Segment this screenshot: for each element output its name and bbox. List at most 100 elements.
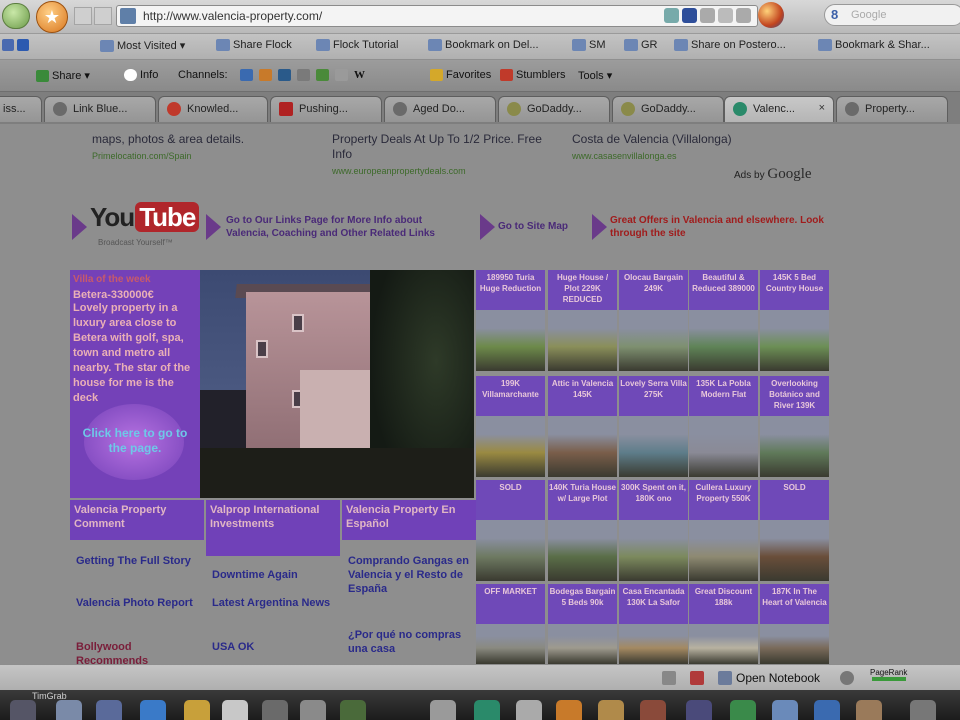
- property-card-label[interactable]: Casa Encantada 130K La Safor: [619, 584, 688, 624]
- channel-globe-icon[interactable]: [240, 69, 253, 81]
- bookmark-and-share[interactable]: Bookmark & Shar...: [818, 39, 930, 51]
- address-bar[interactable]: http://www.valencia-property.com/: [116, 5, 758, 27]
- property-thumbnail[interactable]: [689, 310, 758, 371]
- dock-app-icon[interactable]: [56, 700, 82, 720]
- addon-icon-2[interactable]: [718, 8, 733, 23]
- bookmark-flock-tutorial[interactable]: Flock Tutorial: [316, 39, 398, 51]
- ad-2[interactable]: Property Deals At Up To 1/2 Price. Free …: [332, 132, 562, 179]
- property-card-label[interactable]: SOLD: [760, 480, 829, 520]
- links-page-link[interactable]: Go to Our Links Page for More Info about…: [226, 214, 462, 240]
- villa-of-the-week[interactable]: Villa of the week Betera-330000€ Lovely …: [70, 270, 200, 498]
- tab-4[interactable]: Aged Do...: [384, 96, 496, 122]
- dock-app-icon[interactable]: [340, 700, 366, 720]
- property-card[interactable]: OFF MARKET: [476, 584, 545, 664]
- dock-app-icon[interactable]: [598, 700, 624, 720]
- post-link[interactable]: Getting The Full Story: [76, 554, 200, 568]
- bookmark-gr[interactable]: GR: [624, 39, 658, 51]
- property-thumbnail[interactable]: [548, 520, 617, 581]
- great-offers-link[interactable]: Great Offers in Valencia and elsewhere. …: [610, 214, 826, 240]
- flock-icon[interactable]: [2, 39, 14, 51]
- tab-6[interactable]: GoDaddy...: [612, 96, 724, 122]
- dock-app-icon[interactable]: [430, 700, 456, 720]
- column-heading[interactable]: Valprop International Investments: [206, 500, 340, 556]
- bookmark-share-posterous[interactable]: Share on Posterо...: [674, 39, 786, 51]
- property-card[interactable]: SOLD: [760, 480, 829, 581]
- search-box[interactable]: 8 Google: [824, 4, 960, 26]
- site-map-link[interactable]: Go to Site Map: [498, 220, 568, 233]
- property-card-label[interactable]: Attic in Valencia 145K: [548, 376, 617, 416]
- property-card[interactable]: 135K La Pobla Modern Flat: [689, 376, 758, 477]
- property-thumbnail[interactable]: [760, 416, 829, 477]
- dock-app-icon[interactable]: [772, 700, 798, 720]
- post-link[interactable]: Downtime Again: [212, 568, 336, 582]
- tab-active-valencia[interactable]: Valenc... ×: [724, 96, 834, 122]
- property-card[interactable]: Lovely Serra Villa 275K: [619, 376, 688, 477]
- ads-by-google[interactable]: Ads by Google: [734, 166, 812, 183]
- open-notebook-button[interactable]: Open Notebook: [718, 671, 820, 685]
- property-card-label[interactable]: 135K La Pobla Modern Flat: [689, 376, 758, 416]
- bookmark-star-icon[interactable]: [682, 8, 697, 23]
- browser-logo-icon[interactable]: [758, 2, 784, 28]
- stumblers-button[interactable]: Stumblers: [500, 69, 566, 81]
- search-engine-icon[interactable]: 8: [831, 7, 838, 22]
- property-card[interactable]: Casa Encantada 130K La Safor: [619, 584, 688, 664]
- feature-cta-link[interactable]: Click here to go to the page.: [80, 426, 190, 456]
- status-icon[interactable]: [690, 671, 704, 685]
- tab-close-icon[interactable]: ×: [819, 102, 825, 114]
- column-heading[interactable]: Valencia Property Comment: [70, 500, 204, 540]
- property-card-label[interactable]: Cullera Luxury Property 550K: [689, 480, 758, 520]
- property-card[interactable]: Overlooking Botánico and River 139K: [760, 376, 829, 477]
- property-thumbnail[interactable]: [548, 624, 617, 664]
- reload-button[interactable]: [74, 7, 92, 25]
- property-card-label[interactable]: Huge House / Plot 229K REDUCED: [548, 270, 617, 310]
- property-card-label[interactable]: 199K Villamarchante: [476, 376, 545, 416]
- channel-tag-icon[interactable]: [335, 69, 348, 81]
- property-card[interactable]: Beautiful & Reduced 389000: [689, 270, 758, 371]
- property-card[interactable]: Bodegas Bargain 5 Beds 90k: [548, 584, 617, 664]
- bookmark-share-flock[interactable]: Share Flock: [216, 39, 292, 51]
- tab-2[interactable]: Knowled...: [158, 96, 268, 122]
- channel-tv-icon[interactable]: [297, 69, 310, 81]
- property-thumbnail[interactable]: [619, 520, 688, 581]
- property-card-label[interactable]: 189950 Turia Huge Reduction: [476, 270, 545, 310]
- property-thumbnail[interactable]: [619, 624, 688, 664]
- property-card-label[interactable]: Overlooking Botánico and River 139K: [760, 376, 829, 416]
- villa-photo[interactable]: [200, 270, 474, 498]
- back-button[interactable]: [2, 3, 30, 29]
- property-card[interactable]: SOLD: [476, 480, 545, 581]
- favorites-button[interactable]: Favorites: [430, 69, 491, 81]
- property-thumbnail[interactable]: [689, 624, 758, 664]
- dock-app-icon[interactable]: [910, 700, 936, 720]
- property-card[interactable]: 189950 Turia Huge Reduction: [476, 270, 545, 371]
- dock-app-icon[interactable]: [222, 700, 248, 720]
- property-card[interactable]: Olocau Bargain 249K: [619, 270, 688, 371]
- property-card-label[interactable]: Lovely Serra Villa 275K: [619, 376, 688, 416]
- property-thumbnail[interactable]: [619, 310, 688, 371]
- tab-0[interactable]: iss...: [0, 96, 42, 122]
- dock-app-icon[interactable]: [856, 700, 882, 720]
- property-thumbnail[interactable]: [689, 416, 758, 477]
- dock-app-icon[interactable]: [640, 700, 666, 720]
- stop-button[interactable]: [94, 7, 112, 25]
- property-thumbnail[interactable]: [760, 624, 829, 664]
- property-card-label[interactable]: Olocau Bargain 249K: [619, 270, 688, 310]
- property-card-label[interactable]: OFF MARKET: [476, 584, 545, 624]
- property-card[interactable]: Great Discount 188k: [689, 584, 758, 664]
- status-icon[interactable]: [662, 671, 676, 685]
- property-thumbnail[interactable]: [689, 520, 758, 581]
- property-thumbnail[interactable]: [760, 310, 829, 371]
- property-card[interactable]: Huge House / Plot 229K REDUCED: [548, 270, 617, 371]
- tab-8[interactable]: Property...: [836, 96, 948, 122]
- post-link[interactable]: Latest Argentina News: [212, 596, 336, 610]
- dock-app-icon[interactable]: [516, 700, 542, 720]
- addon-icon[interactable]: [700, 8, 715, 23]
- addon-icon-3[interactable]: [736, 8, 751, 23]
- info-button[interactable]: Info: [124, 69, 158, 81]
- ad-2-text[interactable]: Property Deals At Up To 1/2 Price. Free …: [332, 132, 542, 161]
- property-card-label[interactable]: Beautiful & Reduced 389000: [689, 270, 758, 310]
- dock-app-icon[interactable]: [184, 700, 210, 720]
- property-card-label[interactable]: Great Discount 188k: [689, 584, 758, 624]
- channel-games-icon[interactable]: [316, 69, 329, 81]
- ad-1-url[interactable]: Primelocation.com/Spain: [92, 149, 322, 164]
- ad-1[interactable]: maps, photos & area details. Primelocati…: [92, 132, 322, 164]
